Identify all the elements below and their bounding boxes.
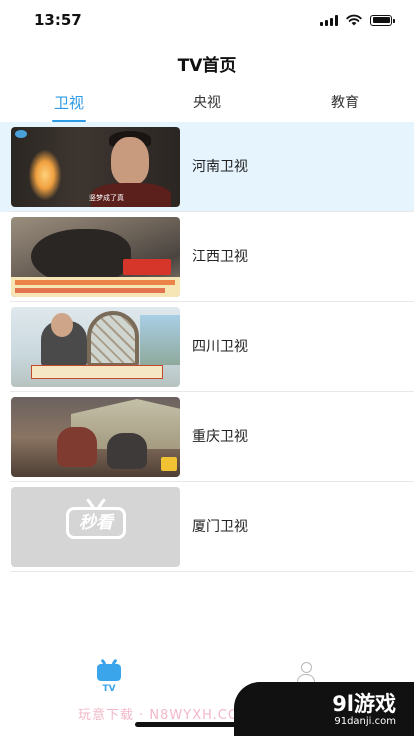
channel-name: 江西卫视 (192, 249, 248, 265)
page-title: TV首页 (177, 56, 237, 76)
channel-thumbnail (11, 307, 180, 387)
channel-thumbnail: 竖梦成了真 (11, 127, 180, 207)
channel-thumbnail (11, 217, 180, 297)
channel-row-xiamen[interactable]: 秒看 厦门卫视 (0, 482, 414, 572)
category-tabs: 卫视 央视 教育 (0, 86, 414, 122)
tab-satellite[interactable]: 卫视 (0, 86, 138, 122)
channel-thumbnail: 秒看 (11, 487, 180, 567)
home-indicator (135, 722, 279, 727)
battery-icon (370, 14, 395, 26)
channel-name: 四川卫视 (192, 339, 248, 355)
channel-name: 重庆卫视 (192, 429, 248, 445)
channel-row-jiangxi[interactable]: 江西卫视 (0, 212, 414, 302)
miaokan-logo: 秒看 (66, 507, 126, 539)
status-time: 13:57 (34, 11, 82, 29)
tabbar-tv[interactable]: TV (79, 658, 139, 694)
tab-education[interactable]: 教育 (276, 86, 414, 122)
thumbnail-subtitle: 竖梦成了真 (89, 194, 124, 202)
tab-cctv[interactable]: 央视 (138, 86, 276, 122)
channel-logo-icon (15, 130, 27, 138)
signal-icon (320, 14, 338, 26)
channel-list: 竖梦成了真 河南卫视 江西卫视 四川卫视 重庆卫视 秒看 厦门卫视 (0, 122, 414, 572)
brand-name: 9l游戏 (332, 692, 396, 716)
wifi-icon (346, 14, 362, 26)
channel-row-henan[interactable]: 竖梦成了真 河南卫视 (0, 122, 414, 212)
status-icons (320, 14, 395, 26)
brand-url: 91danji.com (334, 716, 396, 727)
channel-thumbnail (11, 397, 180, 477)
channel-row-sichuan[interactable]: 四川卫视 (0, 302, 414, 392)
channel-name: 厦门卫视 (192, 519, 248, 535)
channel-name: 河南卫视 (192, 159, 248, 175)
status-bar: 13:57 (0, 0, 414, 44)
site-brand-badge: 9l游戏 91danji.com (234, 682, 414, 736)
tv-icon (97, 664, 121, 681)
channel-row-chongqing[interactable]: 重庆卫视 (0, 392, 414, 482)
tabbar-tv-label: TV (102, 684, 116, 694)
